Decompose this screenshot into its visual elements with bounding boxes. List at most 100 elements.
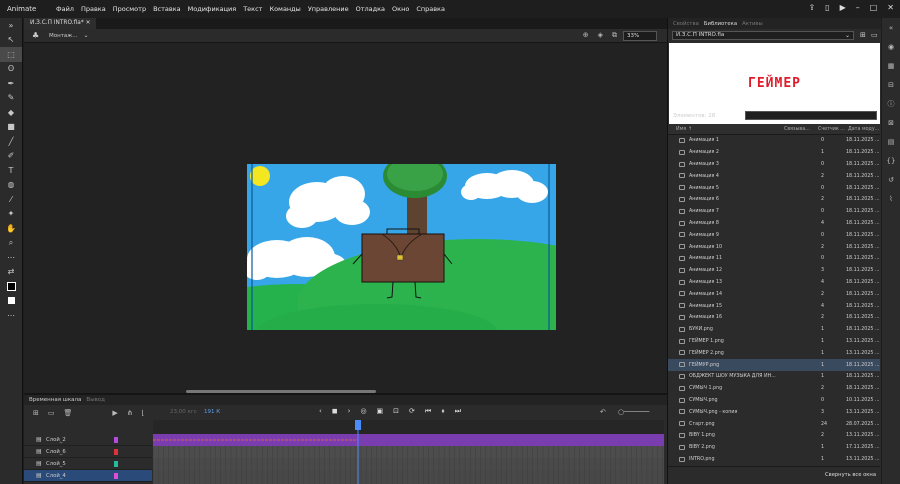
library-search-input[interactable]: ⌕ (745, 111, 877, 129)
fps-display[interactable]: 23,00 кгс (170, 409, 197, 415)
library-item[interactable]: Анимация 12 3 18.11.2025 ... (668, 265, 880, 277)
library-dropdown[interactable]: И.З.С.П INTRO.fla ⌄ (672, 31, 854, 40)
menu-item-window[interactable]: Окно (392, 5, 409, 13)
pencil-tool-icon[interactable]: ✐ (0, 149, 22, 164)
library-item[interactable]: Анимация 13 4 18.11.2025 ... (668, 277, 880, 289)
library-item[interactable]: Анимация 5 0 18.11.2025 ... (668, 182, 880, 194)
library-item[interactable]: Анимация 14 2 18.11.2025 ... (668, 288, 880, 300)
tab-timeline[interactable]: Временная шкала (29, 397, 81, 403)
library-item[interactable]: ОБДЖЕКТ ШОУ МУЗЫКА ДЛЯ ИН... 1 18.11.2025 … (668, 371, 880, 383)
menu-item-modify[interactable]: Модификация (188, 5, 237, 13)
graph-icon[interactable]: ⌊ (142, 409, 145, 417)
menu-item-text[interactable]: Текст (243, 5, 262, 13)
pin-icon[interactable]: ⊞ (860, 31, 866, 39)
edit-multiple-frames-icon[interactable]: ▣ (377, 407, 384, 416)
library-item[interactable]: СУМЫЧ.png - копия 3 13.11.2025 ... (668, 406, 880, 418)
swap-colors-icon[interactable]: ⇄ (0, 265, 22, 280)
transform-icon[interactable]: ⊠ (882, 113, 900, 132)
align-icon[interactable]: ⊟ (882, 75, 900, 94)
library-item[interactable]: Анимация 10 2 18.11.2025 ... (668, 241, 880, 253)
double-arrow-icon[interactable]: » (0, 18, 22, 33)
tab-output[interactable]: Вывод (86, 397, 105, 403)
col-count[interactable]: Счетчик ... (818, 127, 845, 132)
menu-item-file[interactable]: Файл (56, 5, 74, 13)
library-item[interactable]: СУМЫЧ.png 0 10.11.2025 ... (668, 395, 880, 407)
close-tab-icon[interactable]: ✕ (86, 20, 91, 26)
library-item[interactable]: Анимация 16 2 18.11.2025 ... (668, 312, 880, 324)
paint-bucket-icon[interactable]: ◍ (0, 178, 22, 193)
library-item[interactable]: BIBY 2.png 1 17.11.2025 ... (668, 442, 880, 454)
layer-row[interactable]: ▤ Слой_2 (24, 434, 152, 446)
library-item[interactable]: СУМЫЧ 1.png 2 18.11.2025 ... (668, 383, 880, 395)
history-icon[interactable]: ↺ (882, 170, 900, 189)
menu-item-commands[interactable]: Команды (269, 5, 300, 13)
eraser-tool-icon[interactable]: ◆ (0, 105, 22, 120)
center-stage-icon[interactable]: ⊕ (583, 31, 589, 40)
rectangle-tool-icon[interactable]: ■ (0, 120, 22, 135)
brush-tool-icon[interactable]: ✎ (0, 91, 22, 106)
new-folder-icon[interactable]: ▭ (48, 409, 55, 417)
selection-tool-icon[interactable]: ↖ (0, 33, 22, 48)
library-item[interactable]: INTRO.png 1 13.11.2025 ... (668, 454, 880, 465)
bone-tool-icon[interactable]: ✦ (0, 207, 22, 222)
zoom-slider[interactable]: ○────── (618, 408, 649, 416)
loop-icon[interactable]: ⟳ (409, 407, 415, 416)
workspace-icon[interactable]: ▯ (825, 3, 829, 12)
collapse-all-label[interactable]: Свернуть все окна (825, 472, 876, 478)
forward-icon[interactable]: ⏭ (455, 407, 461, 416)
hand-tool-icon[interactable]: ✋ (0, 221, 22, 236)
code-icon[interactable]: {} (882, 151, 900, 170)
library-item[interactable]: ГЕЙМЕР 1.png 1 13.11.2025 ... (668, 336, 880, 348)
text-tool-icon[interactable]: T (0, 163, 22, 178)
scene-selector[interactable]: Монтаж... (49, 33, 77, 39)
layer-row[interactable]: ▤ Слой_6 (24, 446, 152, 458)
undo-icon[interactable]: ↶ (600, 408, 606, 416)
library-item[interactable]: Анимация 15 4 18.11.2025 ... (668, 300, 880, 312)
library-item[interactable]: Анимация 4 2 18.11.2025 ... (668, 170, 880, 182)
prev-keyframe-icon[interactable]: ‹ (319, 407, 322, 416)
current-frame-display[interactable]: 191 К (204, 409, 220, 415)
menu-item-help[interactable]: Справка (416, 5, 445, 13)
reset-colors-icon[interactable]: ⋯ (0, 308, 22, 323)
menu-item-debug[interactable]: Отладка (356, 5, 385, 13)
layer-row[interactable]: ▤ Слой_5 (24, 458, 152, 470)
col-date[interactable]: Дата моду... (848, 127, 879, 132)
col-link[interactable]: Связыва... (784, 127, 810, 132)
stroke-fill-swatch[interactable] (0, 279, 22, 294)
eyedropper-icon[interactable]: ⁄ (0, 192, 22, 207)
components-icon[interactable]: ▤ (882, 132, 900, 151)
minimize-icon[interactable]: – (856, 3, 860, 12)
free-transform-tool-icon[interactable]: ⬚ (0, 47, 22, 62)
library-item[interactable]: Анимация 3 0 18.11.2025 ... (668, 159, 880, 171)
close-icon[interactable]: ✕ (887, 3, 894, 12)
menu-item-control[interactable]: Управление (308, 5, 349, 13)
library-item[interactable]: ГЕЙМУР.png 1 18.11.2025 ... (668, 359, 880, 371)
library-item[interactable]: Анимация 6 2 18.11.2025 ... (668, 194, 880, 206)
frame-grid[interactable] (153, 420, 664, 484)
document-tab[interactable]: И.З.С.П INTRO.fla* ✕ (24, 18, 97, 29)
next-keyframe-icon[interactable]: › (348, 407, 351, 416)
zoom-tool-icon[interactable]: ⌕ (0, 236, 22, 251)
library-item[interactable]: BIBY 1.png 2 13.11.2025 ... (668, 430, 880, 442)
library-item[interactable]: Старт.png 24 28.07.2025 ... (668, 418, 880, 430)
info-icon[interactable]: ⓘ (882, 94, 900, 113)
zoom-input[interactable]: 33% (623, 31, 657, 41)
menu-item-insert[interactable]: Вставка (153, 5, 181, 13)
col-name[interactable]: Имя (676, 127, 686, 132)
tab-library[interactable]: Библиотека (704, 21, 737, 27)
layer-row[interactable]: ▤ Слой_4 (24, 470, 152, 482)
menu-item-view[interactable]: Просмотр (113, 5, 146, 13)
play-icon[interactable]: ⏸ (441, 407, 445, 416)
tab-assets[interactable]: Активы (742, 21, 763, 27)
swatches-icon[interactable]: ▦ (882, 56, 900, 75)
new-library-icon[interactable]: ▭ (871, 31, 878, 39)
clip-icon[interactable]: ◈ (598, 31, 603, 40)
tab-properties[interactable]: Свойства (673, 21, 699, 27)
more-tools-icon[interactable]: ⋯ (0, 250, 22, 265)
library-item[interactable]: Анимация 8 4 18.11.2025 ... (668, 218, 880, 230)
pen-tool-icon[interactable]: ✒ (0, 76, 22, 91)
rewind-icon[interactable]: ⏮ (425, 407, 431, 416)
library-item[interactable]: ГЕЙМЕР 2.png 1 13.11.2025 ... (668, 347, 880, 359)
stop-icon[interactable]: ◼ (332, 407, 338, 416)
library-item[interactable]: БУКИ.png 1 18.11.2025 ... (668, 324, 880, 336)
